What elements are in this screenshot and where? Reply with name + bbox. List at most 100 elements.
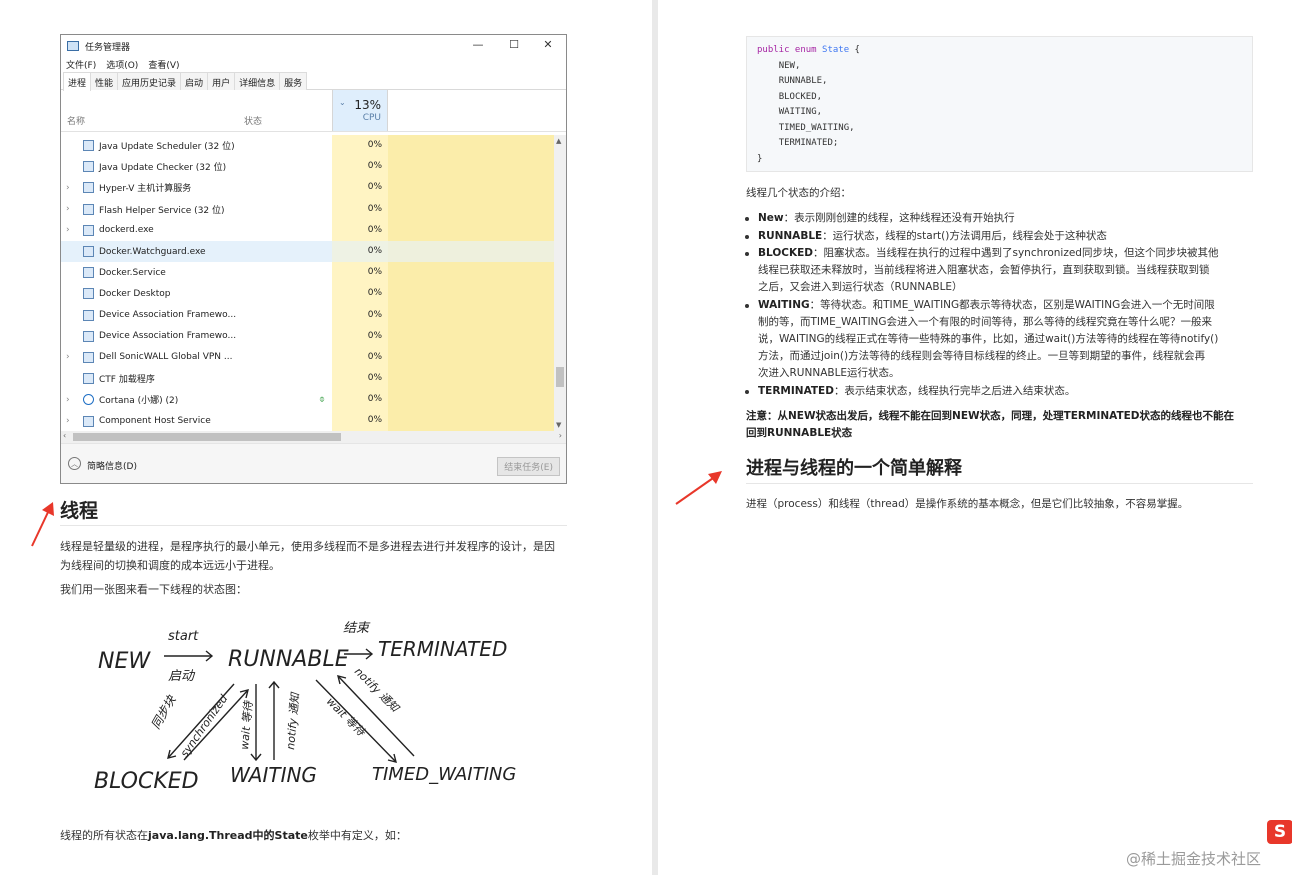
expand-chevron-icon[interactable]: › (66, 225, 70, 235)
list-item-new: New：表示刚刚创建的线程，这种线程还没有开始执行 (745, 210, 1015, 227)
process-cpu: 0% (332, 262, 388, 284)
table-row[interactable]: Device Association Framewo... 0% (61, 304, 554, 326)
expand-chevron-icon[interactable]: › (66, 416, 70, 426)
red-arrow-icon (31, 502, 54, 547)
red-arrow-icon (675, 471, 722, 505)
process-icon (83, 309, 94, 321)
process-cpu: 0% (332, 240, 388, 263)
paragraph-diagram-intro: 我们用一张图来看一下线程的状态图： (60, 583, 247, 596)
paragraph-thread-intro: 线程是轻量级的进程，是程序执行的最小单元，使用多线程而不是多进程去进行并发程序的… (60, 540, 555, 572)
process-icon (83, 203, 94, 215)
state-terminated: TERMINATED (378, 637, 507, 661)
table-row[interactable]: CTF 加载程序 0% (61, 368, 554, 390)
list-item-terminated: TERMINATED：表示结束状态，线程执行完毕之后进入结束状态。 (744, 383, 1075, 400)
process-cpu: 0% (332, 219, 388, 241)
tab-bar: 进程 性能 应用历史记录 启动 用户 详细信息 服务 (61, 72, 566, 91)
table-row[interactable]: Docker Desktop 0% (61, 283, 554, 305)
list-item-waiting: WAITING：等待状态。和TIME_WAITING都表示等待状态，区别是WAI… (744, 297, 1218, 382)
label-wait: wait 等待 (238, 700, 255, 751)
table-row[interactable]: › Flash Helper Service (32 位) 0% (61, 198, 554, 220)
thread-state-diagram: NEW start 启动 RUNNABLE 结束 TERMINATED BLOC… (94, 621, 516, 794)
process-cpu: 0% (332, 410, 388, 431)
column-cpu[interactable]: ⌄ 13% CPU (332, 90, 388, 131)
process-icon (83, 140, 94, 152)
process-name: Flash Helper Service (32 位) (99, 205, 225, 216)
tab-app-history[interactable]: 应用历史记录 (117, 72, 182, 90)
vertical-scrollbar[interactable]: ▲ ▼ (554, 135, 566, 431)
process-icon (83, 288, 94, 300)
tab-users[interactable]: 用户 (207, 72, 236, 90)
states-intro: 线程几个状态的介绍： (746, 187, 851, 199)
expand-chevron-icon[interactable]: › (66, 352, 70, 362)
process-icon (83, 182, 94, 194)
process-icon (83, 246, 94, 258)
label-notify-timed: notify 通知 (352, 665, 403, 716)
tab-services[interactable]: 服务 (279, 72, 308, 90)
expand-chevron-icon[interactable]: › (66, 395, 70, 405)
scroll-thumb[interactable] (556, 367, 564, 387)
expand-chevron-icon[interactable]: › (66, 183, 70, 193)
tab-details[interactable]: 详细信息 (234, 72, 281, 90)
table-row[interactable]: › Component Host Service 0% (61, 410, 554, 431)
end-task-button[interactable]: 结束任务(E) (497, 457, 560, 476)
task-manager-icon (67, 41, 79, 51)
menu-view[interactable]: 查看(V) (148, 58, 179, 71)
column-status[interactable]: 状态 (244, 114, 262, 127)
table-row[interactable]: › Dell SonicWALL Global VPN ... 0% (61, 346, 554, 369)
sort-chevron-icon: ⌄ (339, 98, 346, 107)
process-cpu: 0% (332, 283, 388, 305)
maximize-icon[interactable]: ☐ (497, 38, 531, 54)
title-bar: 任务管理器 — ☐ ✕ (61, 35, 566, 57)
state-blocked: BLOCKED (94, 769, 199, 794)
process-name: Cortana (小娜) (2) (99, 396, 179, 407)
tab-performance[interactable]: 性能 (90, 72, 119, 90)
column-name[interactable]: 名称 (67, 114, 85, 127)
process-icon (83, 351, 94, 363)
process-icon (83, 161, 94, 173)
expand-chevron-icon[interactable]: › (66, 204, 70, 214)
label-start-cn: 启动 (168, 669, 196, 684)
process-name: Java Update Scheduler (32 位) (99, 142, 235, 153)
collapse-chevron-icon[interactable]: ︿ (68, 457, 81, 470)
table-row[interactable]: Device Association Framewo... 0% (61, 325, 554, 347)
scroll-thumb[interactable] (73, 433, 341, 441)
horizontal-scrollbar[interactable]: ‹ › (61, 431, 566, 443)
process-name: Docker.Watchguard.exe (99, 246, 206, 257)
state-new: NEW (98, 649, 151, 674)
process-cpu: 0% (332, 389, 388, 411)
label-end-cn: 结束 (343, 621, 371, 636)
window-title: 任务管理器 (85, 42, 131, 53)
paragraph-state-enum: 线程的所有状态在java.lang.Thread中的State枚举中有定义，如： (60, 829, 407, 842)
scroll-down-icon[interactable]: ▼ (556, 421, 561, 429)
paragraph-process-thread: 进程（process）和线程（thread）是操作系统的基本概念，但是它们比较抽… (746, 498, 1189, 510)
state-waiting: WAITING (230, 763, 317, 787)
process-cpu: 0% (332, 177, 388, 199)
table-row[interactable]: › dockerd.exe 0% (61, 219, 554, 241)
close-icon[interactable]: ✕ (531, 38, 565, 54)
process-name: Docker Desktop (99, 288, 171, 299)
menu-file[interactable]: 文件(F) (66, 58, 96, 71)
scroll-up-icon[interactable]: ▲ (556, 137, 561, 145)
table-row[interactable]: Docker.Service 0% (61, 262, 554, 284)
scroll-right-icon[interactable]: › (559, 431, 562, 440)
menu-options[interactable]: 选项(O) (106, 58, 138, 71)
process-cpu: 0% (332, 198, 388, 220)
brief-info-link[interactable]: 简略信息(D) (87, 459, 137, 472)
state-timed-waiting: TIMED_WAITING (372, 764, 516, 785)
process-cpu: 0% (332, 156, 388, 178)
table-row[interactable]: › Cortana (小娜) (2) ⌽ 0% (61, 389, 554, 411)
table-row[interactable]: › Hyper-V 主机计算服务 0% (61, 177, 554, 199)
label-synchronized: synchronized (178, 692, 231, 760)
minimize-icon[interactable]: — (461, 38, 495, 54)
process-icon (83, 267, 94, 279)
scroll-left-icon[interactable]: ‹ (63, 431, 66, 440)
tab-processes[interactable]: 进程 (63, 72, 92, 91)
process-name: Device Association Framewo... (99, 331, 237, 342)
process-icon (83, 330, 94, 342)
cortana-icon (83, 394, 94, 406)
tab-startup[interactable]: 启动 (180, 72, 209, 90)
right-page: public enum State { NEW, RUNNABLE, BLOCK… (658, 0, 1292, 875)
table-row[interactable]: Java Update Scheduler (32 位) 0% (61, 135, 554, 157)
table-row[interactable]: Java Update Checker (32 位) 0% (61, 156, 554, 178)
table-row-selected[interactable]: Docker.Watchguard.exe 0% (61, 240, 554, 263)
